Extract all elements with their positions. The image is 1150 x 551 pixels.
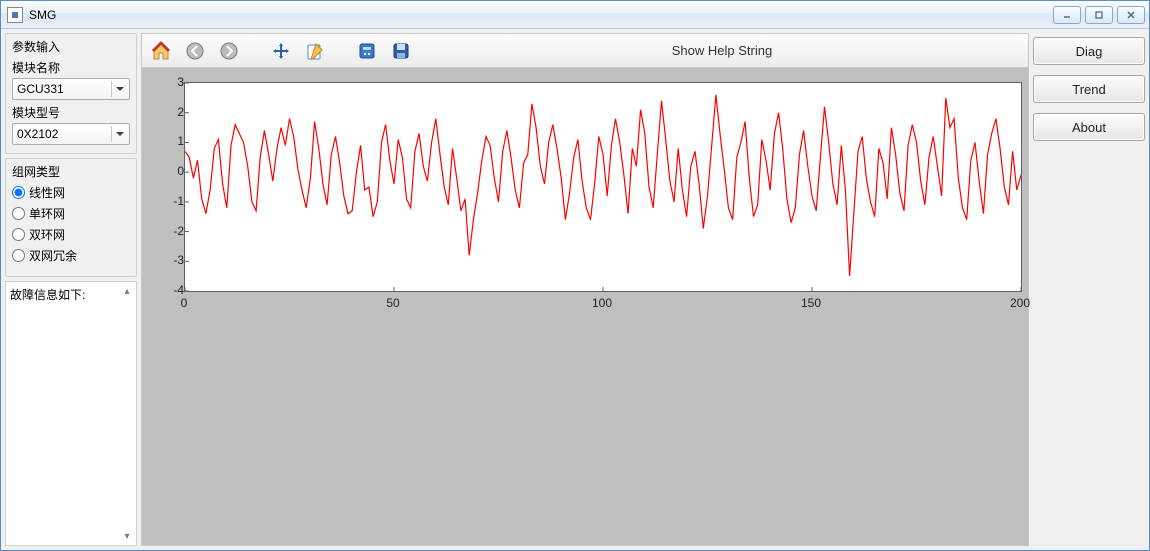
net-type-radio-2[interactable]: 双环网 [12,226,130,243]
module-name-combo[interactable]: GCU331 [12,78,130,100]
minimize-button[interactable] [1053,6,1081,24]
maximize-button[interactable] [1085,6,1113,24]
radio-input[interactable] [12,249,25,262]
module-model-label: 模块型号 [12,104,130,121]
module-model-combo[interactable]: 0X2102 [12,123,130,145]
home-icon[interactable] [148,38,174,64]
close-button[interactable] [1117,6,1145,24]
y-tick-label: 3 [150,75,184,89]
center-pane: Show Help String -4 -3 -2 -1 0 1 2 3 0 50 100 150 20… [141,33,1029,546]
y-tick-label: -4 [150,283,184,297]
x-tick-label: 200 [1010,296,1030,310]
radio-label: 双环网 [29,226,65,243]
net-type-legend: 组网类型 [12,163,130,180]
plot-frame [184,82,1022,292]
net-type-radio-0[interactable]: 线性网 [12,184,130,201]
radio-label: 双网冗余 [29,247,77,264]
scroll-down-icon[interactable]: ▾ [120,529,134,543]
plot-area[interactable]: -4 -3 -2 -1 0 1 2 3 0 50 100 150 200 [142,68,1028,545]
titlebar: SMG [1,1,1149,29]
window-title: SMG [29,8,56,22]
chevron-down-icon [111,126,127,142]
radio-input[interactable] [12,207,25,220]
fault-info-text: 故障信息如下: [10,288,85,302]
about-button[interactable]: About [1033,113,1145,141]
module-name-value: GCU331 [17,82,64,96]
y-tick-label: 2 [150,105,184,119]
param-input-group: 参数输入 模块名称 GCU331 模块型号 0X2102 [5,33,137,154]
help-string-label: Show Help String [422,43,1022,58]
x-tick-label: 100 [592,296,612,310]
y-tick-label: -1 [150,194,184,208]
window-buttons [1053,6,1145,24]
client-area: 参数输入 模块名称 GCU331 模块型号 0X2102 组网类型 线性网单环网… [1,29,1149,550]
chevron-down-icon [111,81,127,97]
y-tick-label: -3 [150,253,184,267]
back-icon[interactable] [182,38,208,64]
param-input-legend: 参数输入 [12,38,130,55]
x-tick-label: 50 [386,296,399,310]
edit-icon[interactable] [302,38,328,64]
net-type-group: 组网类型 线性网单环网双环网双网冗余 [5,158,137,277]
y-tick-label: 1 [150,134,184,148]
trend-button[interactable]: Trend [1033,75,1145,103]
x-tick-label: 0 [181,296,188,310]
left-pane: 参数输入 模块名称 GCU331 模块型号 0X2102 组网类型 线性网单环网… [5,33,137,546]
y-tick-label: 0 [150,164,184,178]
diag-button[interactable]: Diag [1033,37,1145,65]
forward-icon[interactable] [216,38,242,64]
radio-label: 线性网 [29,184,65,201]
module-name-label: 模块名称 [12,59,130,76]
radio-input[interactable] [12,228,25,241]
save-icon[interactable] [388,38,414,64]
plot-toolbar: Show Help String [142,34,1028,68]
net-type-radio-3[interactable]: 双网冗余 [12,247,130,264]
module-model-value: 0X2102 [17,127,58,141]
app-window: SMG 参数输入 模块名称 GCU331 模块型号 [0,0,1150,551]
radio-label: 单环网 [29,205,65,222]
right-pane: Diag Trend About [1033,33,1145,546]
app-icon [7,7,23,23]
radio-input[interactable] [12,186,25,199]
line-chart [185,83,1021,291]
x-tick-label: 150 [801,296,821,310]
net-type-radio-1[interactable]: 单环网 [12,205,130,222]
pan-icon[interactable] [268,38,294,64]
fault-info-box[interactable]: 故障信息如下: ▴ ▾ [5,281,137,546]
config-icon[interactable] [354,38,380,64]
scroll-up-icon[interactable]: ▴ [120,284,134,298]
y-tick-label: -2 [150,224,184,238]
